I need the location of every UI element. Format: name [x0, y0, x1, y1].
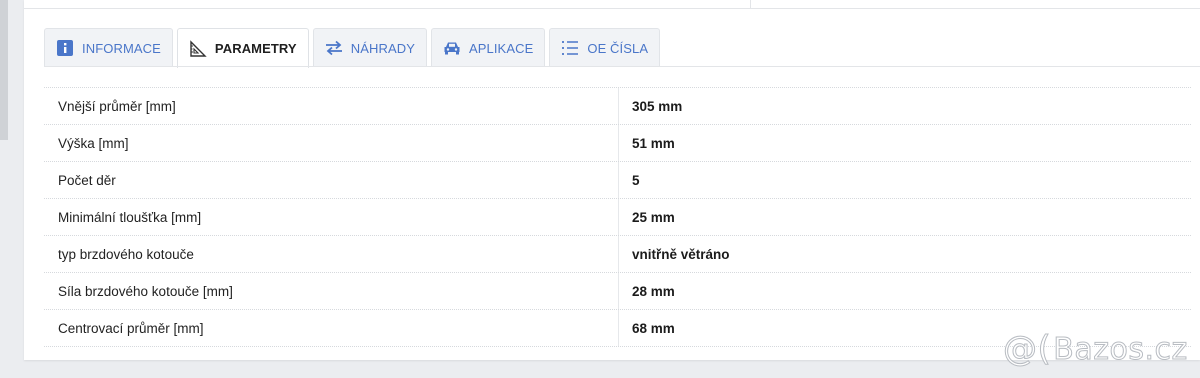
info-icon — [56, 39, 74, 57]
param-name: Počet děr — [44, 162, 619, 198]
watermark-text: Bazos.cz — [1053, 331, 1188, 367]
top-bar — [24, 0, 1200, 9]
tab-bar: INFORMACE PARAMETRY NÁHRADY APLIKACE OE … — [44, 28, 664, 68]
param-name: Síla brzdového kotouče [mm] — [44, 273, 619, 309]
param-value: vnitřně větráno — [632, 246, 730, 262]
tab-aplikace[interactable]: APLIKACE — [430, 28, 546, 67]
param-value: 51 mm — [632, 135, 675, 151]
param-name: Minimální tloušťka [mm] — [44, 199, 619, 235]
table-row: Vnější průměr [mm] 305 mm — [44, 88, 1191, 125]
tab-label: APLIKACE — [468, 40, 534, 56]
ruler-triangle-icon — [189, 39, 207, 58]
watermark-symbol: @( — [1002, 329, 1052, 370]
list-icon — [561, 39, 579, 57]
product-detail-card: INFORMACE PARAMETRY NÁHRADY APLIKACE OE … — [24, 0, 1200, 360]
param-name: typ brzdového kotouče — [44, 236, 619, 272]
swap-arrows-icon — [325, 39, 343, 57]
car-icon — [443, 39, 461, 57]
param-value: 305 mm — [632, 98, 683, 114]
tab-oe-cisla[interactable]: OE ČÍSLA — [549, 28, 661, 67]
param-value: 5 — [632, 172, 640, 188]
tab-parametry[interactable]: PARAMETRY — [176, 28, 309, 68]
table-row: typ brzdového kotouče vnitřně větráno — [44, 236, 1191, 273]
left-edge-strip — [0, 0, 8, 140]
tab-label: PARAMETRY — [214, 41, 297, 56]
param-name: Centrovací průměr [mm] — [44, 310, 619, 346]
param-value: 25 mm — [632, 209, 675, 225]
param-name: Vnější průměr [mm] — [44, 88, 619, 124]
table-row: Síla brzdového kotouče [mm] 28 mm — [44, 273, 1191, 310]
table-row: Minimální tloušťka [mm] 25 mm — [44, 199, 1191, 236]
bazos-watermark: @( Bazos.cz — [1002, 329, 1188, 370]
top-bar-divider — [750, 0, 751, 8]
parameters-table: Vnější průměr [mm] 305 mm Výška [mm] 51 … — [44, 87, 1191, 347]
tab-label: NÁHRADY — [350, 40, 415, 56]
tab-underline — [44, 66, 1200, 67]
tab-informace[interactable]: INFORMACE — [44, 28, 173, 67]
tab-label: OE ČÍSLA — [587, 40, 649, 56]
param-value: 28 mm — [632, 283, 675, 299]
tab-nahrady[interactable]: NÁHRADY — [312, 28, 427, 67]
param-name: Výška [mm] — [44, 125, 619, 161]
table-row: Výška [mm] 51 mm — [44, 125, 1191, 162]
param-value: 68 mm — [632, 320, 675, 336]
table-row: Počet děr 5 — [44, 162, 1191, 199]
tab-label: INFORMACE — [82, 40, 161, 56]
